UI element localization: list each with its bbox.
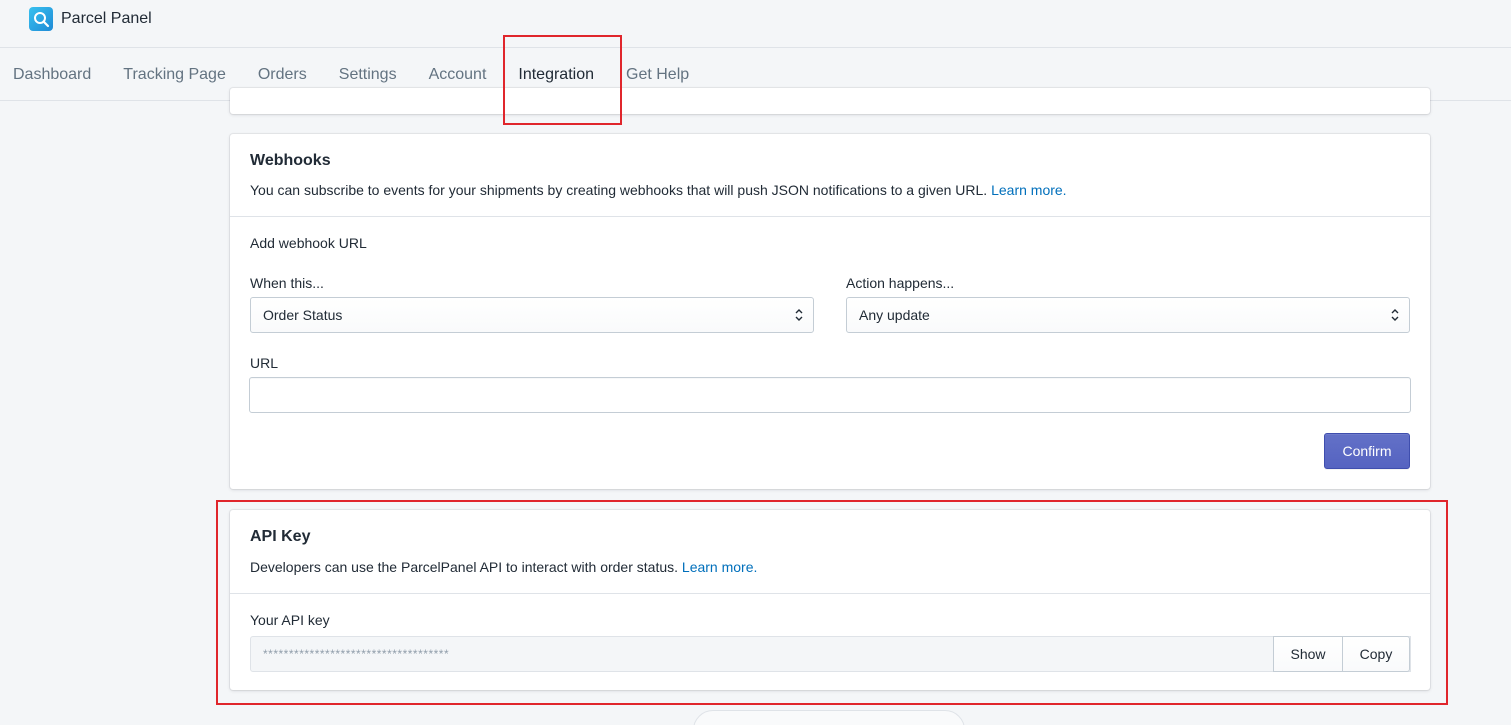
- api-key-title: API Key: [250, 528, 311, 545]
- top-bar: Parcel Panel Dashboard Tracking Page Ord…: [0, 0, 1511, 101]
- webhooks-learn-more-link[interactable]: Learn more.: [991, 182, 1066, 198]
- webhooks-title: Webhooks: [250, 152, 331, 169]
- webhooks-description-text: You can subscribe to events for your shi…: [250, 182, 988, 198]
- api-key-description: Developers can use the ParcelPanel API t…: [250, 559, 757, 575]
- add-webhook-title: Add webhook URL: [250, 235, 367, 251]
- action-label: Action happens...: [846, 275, 955, 291]
- api-key-description-text: Developers can use the ParcelPanel API t…: [250, 559, 679, 575]
- when-label: When this...: [250, 275, 324, 291]
- confirm-button[interactable]: Confirm: [1324, 433, 1410, 469]
- parcel-panel-logo-icon: [29, 7, 53, 31]
- select-arrows-icon: [1391, 309, 1399, 321]
- url-label: URL: [250, 355, 279, 371]
- webhooks-description: You can subscribe to events for your shi…: [250, 182, 1067, 198]
- action-select-value: Any update: [859, 307, 930, 323]
- url-input[interactable]: [249, 377, 1411, 413]
- api-key-field-label: Your API key: [250, 612, 330, 628]
- copy-key-button[interactable]: Copy: [1342, 636, 1410, 672]
- select-arrows-icon: [795, 309, 803, 321]
- api-key-learn-more-link[interactable]: Learn more.: [682, 559, 757, 575]
- api-key-divider: [230, 593, 1430, 594]
- when-select[interactable]: Order Status: [250, 297, 814, 333]
- api-key-card: API Key Developers can use the ParcelPan…: [230, 510, 1430, 690]
- bottom-pill: [693, 710, 965, 725]
- action-select[interactable]: Any update: [846, 297, 1410, 333]
- when-select-value: Order Status: [263, 307, 343, 323]
- previous-card: [230, 88, 1430, 114]
- show-key-button[interactable]: Show: [1273, 636, 1343, 672]
- api-key-field[interactable]: ************************************: [250, 636, 1411, 672]
- brand[interactable]: Parcel Panel: [29, 7, 152, 31]
- webhooks-divider: [230, 216, 1430, 217]
- tab-tracking-page[interactable]: Tracking Page: [107, 48, 242, 101]
- app-name: Parcel Panel: [61, 10, 152, 27]
- tab-dashboard[interactable]: Dashboard: [0, 48, 107, 101]
- webhooks-card: Webhooks You can subscribe to events for…: [230, 134, 1430, 489]
